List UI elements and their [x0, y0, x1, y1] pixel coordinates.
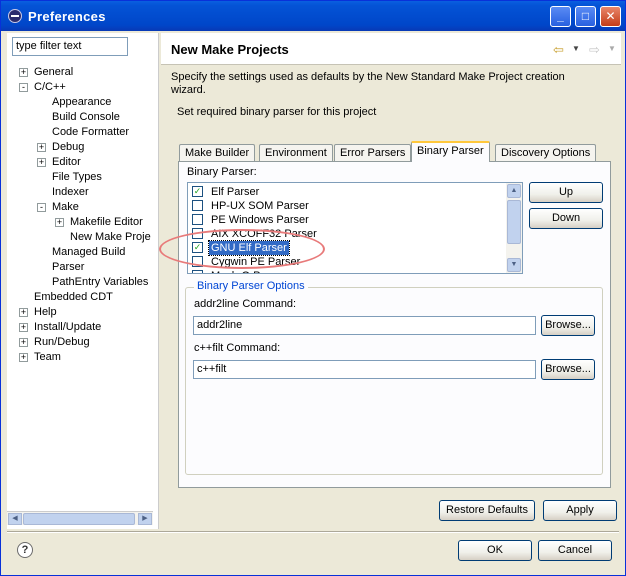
tree-item-label: Run/Debug	[34, 336, 90, 348]
parser-label: Cygwin PE Parser	[211, 256, 301, 268]
collapse-icon[interactable]: -	[19, 83, 28, 92]
tab-binary-parser[interactable]: Binary Parser	[411, 141, 490, 162]
back-arrow-icon[interactable]: ⇦	[553, 42, 564, 58]
expand-icon[interactable]: +	[19, 338, 28, 347]
parser-checkbox[interactable]	[192, 228, 203, 239]
parser-label: Mach-O Parser	[209, 269, 288, 273]
cppfilt-browse-button[interactable]: Browse...	[541, 359, 595, 380]
scroll-down-icon[interactable]: ▼	[507, 258, 521, 272]
tree-item-label: Editor	[52, 156, 81, 168]
title-bar: Preferences _ □ ✕	[1, 1, 625, 31]
expand-icon[interactable]: +	[19, 323, 28, 332]
scroll-up-icon[interactable]: ▲	[507, 184, 521, 198]
addr2line-input[interactable]: addr2line	[193, 316, 536, 335]
parser-checkbox[interactable]: ✓	[192, 242, 203, 253]
forward-dropdown-icon[interactable]: ▼	[608, 44, 616, 53]
scroll-right-icon[interactable]: ▶	[138, 513, 152, 525]
parser-label: AIX XCOFF32 Parser	[211, 228, 317, 240]
tree-item-label: New Make Proje	[70, 231, 151, 243]
window-title: Preferences	[28, 9, 106, 24]
tab-discovery-options[interactable]: Discovery Options	[495, 144, 597, 162]
description-line: wizard.	[171, 84, 206, 96]
page-description: Specify the settings used as defaults by…	[171, 71, 611, 97]
ok-button[interactable]: OK	[458, 540, 532, 561]
tree-item-label: Build Console	[52, 111, 120, 123]
parser-checkbox[interactable]	[192, 200, 203, 211]
tree-item-label: Indexer	[52, 186, 89, 198]
expand-icon[interactable]: +	[55, 218, 64, 227]
parser-checkbox[interactable]	[192, 214, 203, 225]
back-dropdown-icon[interactable]: ▼	[572, 44, 580, 53]
binary-parser-list[interactable]: ✓ Elf Parser HP-UX SOM Parser PE Windows Pa…	[187, 182, 523, 274]
eclipse-icon	[8, 9, 22, 23]
parser-checkbox[interactable]	[192, 270, 203, 273]
parser-list-scrollbar[interactable]: ▲ ▼	[506, 183, 522, 273]
page-subtitle: Set required binary parser for this proj…	[177, 106, 377, 118]
collapse-icon[interactable]: -	[37, 203, 46, 212]
help-icon[interactable]: ?	[17, 542, 33, 558]
tree-item-label: Embedded CDT	[34, 291, 113, 303]
cppfilt-input[interactable]: c++filt	[193, 360, 536, 379]
expand-icon[interactable]: +	[37, 158, 46, 167]
tab-make-builder[interactable]: Make Builder	[179, 144, 256, 162]
up-button[interactable]: Up	[529, 182, 603, 203]
page-title: New Make Projects	[171, 42, 289, 57]
tab-error-parsers[interactable]: Error Parsers	[334, 144, 412, 162]
preference-tree-panel: type filter text + General - C/C++ Appearanc…	[7, 33, 159, 529]
tree-item-label: Makefile Editor	[70, 216, 143, 228]
tab-environment[interactable]: Environment	[259, 144, 333, 162]
description-line: Specify the settings used as defaults by…	[171, 71, 565, 83]
down-button[interactable]: Down	[529, 208, 603, 229]
tree-item-label: Code Formatter	[52, 126, 130, 138]
separator	[7, 531, 619, 533]
minimize-button[interactable]: _	[550, 6, 571, 27]
parser-label: Elf Parser	[211, 186, 260, 198]
expand-icon[interactable]: +	[19, 353, 28, 362]
tree-item-label: General	[34, 66, 74, 78]
tree-item-label: PathEntry Variables	[52, 276, 149, 288]
apply-button[interactable]: Apply	[543, 500, 617, 521]
restore-defaults-button[interactable]: Restore Defaults	[439, 500, 535, 521]
addr2line-label: addr2line Command:	[194, 298, 297, 310]
scroll-left-icon[interactable]: ◀	[8, 513, 22, 525]
filter-input[interactable]: type filter text	[12, 37, 128, 56]
expand-icon[interactable]: +	[19, 308, 28, 317]
tree-item-label: Managed Build	[52, 246, 126, 258]
tree-item-label: Install/Update	[34, 321, 102, 333]
preference-tree: + General - C/C++ Appearance Build Console Cod…	[7, 65, 159, 513]
maximize-button[interactable]: □	[575, 6, 596, 27]
tree-item-label: Team	[34, 351, 61, 363]
expand-icon[interactable]: +	[37, 143, 46, 152]
expand-icon[interactable]: +	[19, 68, 28, 77]
scroll-thumb[interactable]	[23, 513, 135, 525]
forward-arrow-icon[interactable]: ⇨	[589, 42, 600, 58]
parser-label: PE Windows Parser	[211, 214, 309, 226]
parser-checkbox[interactable]: ✓	[192, 186, 203, 197]
parser-label: GNU Elf Parser	[208, 240, 290, 256]
tree-item-label: Debug	[52, 141, 85, 153]
tree-item-label: Help	[34, 306, 57, 318]
parser-checkbox[interactable]	[192, 256, 203, 267]
tree-item-label: Appearance	[52, 96, 112, 108]
tree-item-label: Make	[52, 201, 79, 213]
tree-item-label: C/C++	[34, 81, 66, 93]
scroll-thumb[interactable]	[507, 200, 521, 244]
options-group-title: Binary Parser Options	[194, 280, 308, 292]
page-header: New Make Projects ⇦ ▼ ⇨ ▼	[161, 33, 621, 65]
tree-item-label: File Types	[52, 171, 102, 183]
tree-item-label: Parser	[52, 261, 85, 273]
cppfilt-label: c++filt Command:	[194, 342, 281, 354]
parser-label: HP-UX SOM Parser	[211, 200, 309, 212]
tree-horizontal-scrollbar[interactable]: ◀ ▶	[7, 511, 153, 525]
addr2line-browse-button[interactable]: Browse...	[541, 315, 595, 336]
close-button[interactable]: ✕	[600, 6, 621, 27]
cancel-button[interactable]: Cancel	[538, 540, 612, 561]
preferences-window: Preferences _ □ ✕ type filter text + Gene…	[0, 0, 626, 576]
binary-parser-label: Binary Parser:	[187, 166, 257, 178]
